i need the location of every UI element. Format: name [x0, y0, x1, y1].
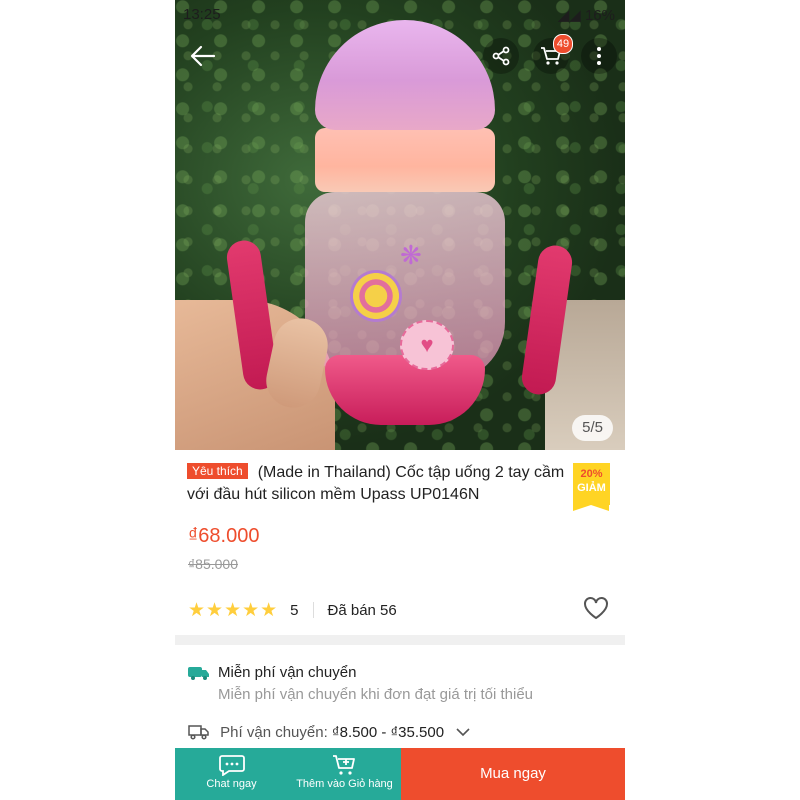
- divider: [312, 602, 314, 618]
- sold-count: Đã bán 56: [327, 601, 397, 619]
- chat-icon: [218, 755, 245, 776]
- more-button[interactable]: [581, 38, 617, 74]
- product-price: ₫68.000: [188, 525, 260, 547]
- product-image[interactable]: ❋ ♥ 13:25 ◢◢ 16% 49 5/5: [175, 0, 625, 450]
- status-bar: 13:25 ◢◢ 16%: [175, 0, 625, 28]
- chevron-down-icon: [456, 728, 470, 737]
- battery-level: 16%: [584, 7, 615, 24]
- product-title-row: Yêu thích (Made in Thailand) Cốc tập uống…: [187, 462, 567, 506]
- bottle-ring: [315, 128, 495, 192]
- product-page: ❋ ♥ 13:25 ◢◢ 16% 49 5/5 Yêu thích (Made …: [175, 0, 625, 800]
- free-shipping-subtitle: Miễn phí vận chuyển khi đơn đạt giá trị …: [218, 686, 534, 703]
- more-vertical-icon: [597, 47, 601, 65]
- discount-label: GIẢM: [577, 482, 606, 494]
- status-right: ◢◢ 16%: [558, 6, 615, 24]
- cart-button[interactable]: 49: [533, 34, 573, 74]
- chat-button[interactable]: Chat ngay: [175, 748, 288, 800]
- butterfly-print: ❋: [400, 240, 422, 270]
- section-divider: [175, 635, 625, 645]
- arrow-left-icon: [190, 45, 216, 67]
- favorite-badge: Yêu thích: [187, 463, 248, 479]
- shipping-fee-row[interactable]: Phí vận chuyển: ₫8.500 - ₫35.500: [188, 724, 618, 741]
- truck-icon: [188, 725, 209, 740]
- share-icon: [492, 46, 510, 66]
- chat-label: Chat ngay: [206, 778, 257, 790]
- buy-now-button[interactable]: Mua ngay: [401, 748, 625, 800]
- signal-icon: ◢◢: [557, 7, 585, 24]
- rating-row[interactable]: ★★★★★ 5 Đã bán 56: [188, 598, 618, 622]
- add-cart-icon: [332, 755, 355, 775]
- back-button[interactable]: [185, 38, 221, 74]
- rating-stars: ★★★★★: [188, 599, 279, 621]
- status-time: 13:25: [183, 6, 221, 23]
- free-shipping-title: Miễn phí vận chuyển: [218, 664, 357, 681]
- shipping-fee-value: ₫8.500 - ₫35.500: [331, 724, 445, 741]
- add-to-cart-button[interactable]: Thêm vào Giỏ hàng: [288, 748, 401, 800]
- add-cart-label: Thêm vào Giỏ hàng: [296, 778, 393, 790]
- bottom-action-bar: Chat ngay Thêm vào Giỏ hàng Mua ngay: [175, 748, 625, 800]
- cart-badge: 49: [553, 34, 573, 54]
- image-counter: 5/5: [572, 415, 613, 441]
- discount-percent: 20%: [580, 468, 603, 480]
- snail-print: [350, 270, 402, 322]
- free-shipping-icon: [188, 667, 209, 680]
- bottle-base: [325, 355, 485, 425]
- shipping-fee-label: Phí vận chuyển:: [220, 724, 328, 741]
- heart-outline-icon: [584, 597, 608, 620]
- rating-value: 5: [290, 601, 299, 619]
- share-button[interactable]: [483, 38, 519, 74]
- favorite-button[interactable]: [583, 596, 609, 624]
- original-price: ₫85.000: [188, 556, 239, 572]
- heart-print: ♥: [400, 320, 454, 370]
- discount-badge: 20% GIẢM: [573, 463, 610, 511]
